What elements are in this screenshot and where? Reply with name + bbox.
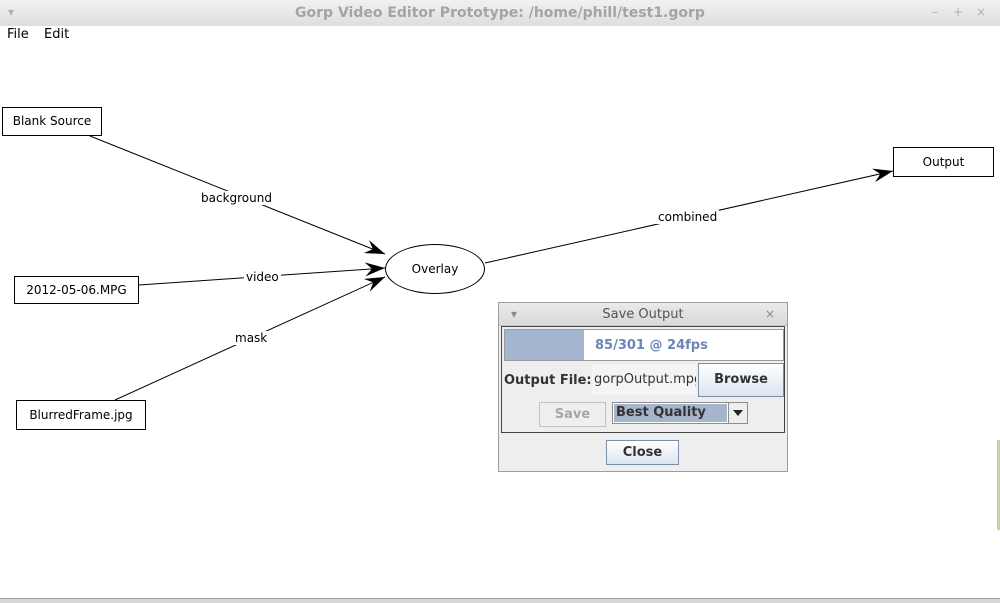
window-titlebar[interactable]: ▾ Gorp Video Editor Prototype: /home/phi… xyxy=(0,0,1000,27)
edge-label-mask: mask xyxy=(233,331,270,345)
save-output-dialog: ▾ Save Output × 85/301 @ 24fps Output Fi… xyxy=(498,302,788,472)
node-mpg[interactable]: 2012-05-06.MPG xyxy=(14,276,139,304)
node-blurred-frame[interactable]: BlurredFrame.jpg xyxy=(16,400,146,430)
edge-label-combined: combined xyxy=(656,210,720,224)
chevron-down-icon[interactable] xyxy=(728,403,747,423)
dialog-close-icon[interactable]: × xyxy=(763,307,777,321)
progress-bar: 85/301 @ 24fps xyxy=(504,329,784,361)
edge-label-background: background xyxy=(199,191,274,205)
edge-label-video: video xyxy=(244,270,281,284)
save-button[interactable]: Save xyxy=(539,402,606,427)
output-file-label: Output File: xyxy=(504,373,592,388)
node-output[interactable]: Output xyxy=(893,147,994,177)
minimize-icon[interactable]: – xyxy=(928,5,942,19)
browse-button[interactable]: Browse xyxy=(698,363,784,397)
close-icon[interactable]: × xyxy=(974,5,988,19)
dialog-titlebar[interactable]: ▾ Save Output × xyxy=(499,303,787,326)
dialog-title: Save Output xyxy=(602,307,684,322)
progress-text: 85/301 @ 24fps xyxy=(595,338,708,353)
quality-select[interactable]: Best Quality xyxy=(612,402,748,424)
menu-edit[interactable]: Edit xyxy=(44,27,69,42)
close-button[interactable]: Close xyxy=(606,440,679,465)
dialog-panel: 85/301 @ 24fps Output File: gorpOutput.m… xyxy=(501,326,785,433)
main-window: ▾ Gorp Video Editor Prototype: /home/phi… xyxy=(0,0,1000,603)
node-overlay[interactable]: Overlay xyxy=(385,244,485,294)
node-blank-source[interactable]: Blank Source xyxy=(2,107,102,136)
quality-select-value: Best Quality xyxy=(614,404,727,422)
output-file-field[interactable]: gorpOutput.mpg xyxy=(592,365,696,395)
menubar: File Edit xyxy=(0,26,1000,46)
menu-file[interactable]: File xyxy=(7,27,29,42)
window-title: Gorp Video Editor Prototype: /home/phill… xyxy=(295,5,705,21)
progress-fill xyxy=(505,330,584,360)
window-bottom-border xyxy=(0,598,1000,603)
maximize-icon[interactable]: + xyxy=(951,5,965,19)
